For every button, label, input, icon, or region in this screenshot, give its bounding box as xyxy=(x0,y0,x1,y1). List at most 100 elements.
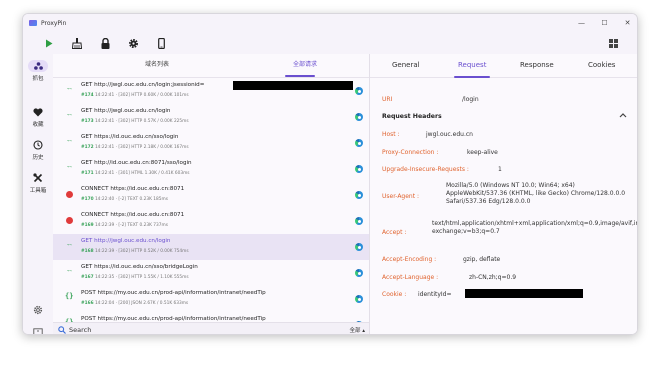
sidebar-item-history[interactable]: 历史 xyxy=(23,139,53,161)
http-icon: →→ xyxy=(67,112,72,117)
http-icon: →→ xyxy=(67,242,72,247)
tab-cookies[interactable]: Cookies xyxy=(588,61,615,69)
header-key: Proxy-Connection : xyxy=(382,149,439,156)
edge-browser-icon xyxy=(355,165,363,173)
list-tabs: 域名列表 全部请求 xyxy=(53,54,369,78)
header-value: jwgl.ouc.edu.cn xyxy=(426,131,473,138)
nav-pill xyxy=(28,139,48,151)
header-value: keep-alive xyxy=(467,149,498,156)
header-key: Cookie : xyxy=(382,291,407,298)
edge-browser-icon xyxy=(355,217,363,225)
request-row-selected[interactable]: →→ GET http://jwgl.ouc.edu.cn/login #168… xyxy=(53,234,369,260)
window-controls: — ☐ ✕ xyxy=(570,14,637,32)
edge-browser-icon xyxy=(355,113,363,121)
edge-browser-icon xyxy=(355,295,363,303)
settings-icon xyxy=(33,305,43,315)
tab-request[interactable]: Request xyxy=(458,61,486,69)
request-meta: #173 14:22:41 · [302] HTTP 0.57K / 0.00K… xyxy=(81,119,189,124)
sidebar-item-label: 收藏 xyxy=(32,122,44,128)
clean-button[interactable] xyxy=(63,32,91,54)
uri-label: URI xyxy=(382,96,393,103)
request-meta: #171 14:22:41 · [301] HTML 1.30K / 0.41K… xyxy=(81,171,190,176)
layout-icon xyxy=(608,38,618,48)
request-row[interactable]: CONNECT https://id.ouc.edu.cn:8071 #170 … xyxy=(53,182,369,208)
header-value: gzip, deflate xyxy=(463,256,501,263)
request-details: 14:22:40 · [-2] TEXT 0.23K 185ms xyxy=(94,197,168,202)
redacted-block xyxy=(233,81,353,90)
start-button[interactable] xyxy=(35,32,63,54)
nav-pill xyxy=(28,172,48,184)
request-number: #170 xyxy=(81,197,94,202)
header-value: zh-CN,zh;q=0.9 xyxy=(469,274,517,281)
edge-browser-icon xyxy=(355,139,363,147)
nav-pill xyxy=(28,60,48,72)
request-row[interactable]: →→ GET https://id.ouc.edu.cn/sso/login #… xyxy=(53,130,369,156)
maximize-button[interactable]: ☐ xyxy=(593,14,616,32)
tools-icon xyxy=(33,173,43,183)
uri-value: /login xyxy=(462,96,479,103)
heart-icon xyxy=(33,107,43,116)
request-row[interactable]: →→ GET http://id.ouc.edu.cn:8071/sso/log… xyxy=(53,156,369,182)
tab-domain-list[interactable]: 域名列表 xyxy=(145,59,169,68)
request-details: 14:22:41 · [302] HTTP 2.18K / 0.00K 167m… xyxy=(94,145,189,150)
sidebar-settings-button[interactable] xyxy=(23,305,53,315)
header-key: Upgrade-Insecure-Requests : xyxy=(382,166,469,173)
sidebar-item-capture[interactable]: 抓包 xyxy=(23,60,53,82)
request-row[interactable]: →→ GET http://jwgl.ouc.edu.cn/login;jses… xyxy=(53,78,369,104)
request-details: 14:22:41 · [302] HTTP 0.57K / 0.00K 225m… xyxy=(94,119,189,124)
layout-button[interactable] xyxy=(605,35,621,51)
edge-browser-icon xyxy=(355,243,363,251)
sidebar-item-label: 工具箱 xyxy=(29,188,47,194)
request-details: 14:22:39 · [-2] TEXT 0.23K 737ms xyxy=(94,223,168,228)
feedback-icon xyxy=(33,328,43,334)
edge-browser-icon xyxy=(355,191,363,199)
play-icon xyxy=(46,39,53,47)
search-input[interactable]: Search xyxy=(69,326,91,334)
sidebar-item-favorites[interactable]: 收藏 xyxy=(23,106,53,128)
request-row[interactable]: CONNECT https://id.ouc.edu.cn:8071 #169 … xyxy=(53,208,369,234)
ssl-lock-button[interactable] xyxy=(91,32,119,54)
header-key: Host : xyxy=(382,131,400,138)
broom-icon xyxy=(72,37,82,49)
tab-general[interactable]: General xyxy=(392,61,420,69)
toolbar xyxy=(23,32,637,54)
request-row[interactable]: {} POST https://my.ouc.edu.cn/prod-api/i… xyxy=(53,286,369,312)
request-number: #171 xyxy=(81,171,94,176)
request-meta: #167 14:22:35 · [302] HTTP 1.55K / 1.10K… xyxy=(81,275,189,280)
lock-icon xyxy=(101,37,109,49)
request-url: GET http://jwgl.ouc.edu.cn/login xyxy=(81,238,171,244)
request-number: #173 xyxy=(81,119,94,124)
header-key: User-Agent : xyxy=(382,193,420,200)
request-row[interactable]: →→ GET https://id.ouc.edu.cn/sso/bridgeL… xyxy=(53,260,369,286)
mobile-button[interactable] xyxy=(147,32,175,54)
minimize-button[interactable]: — xyxy=(570,14,593,32)
request-detail-pane: General Request Response Cookies URI /lo… xyxy=(370,54,637,334)
close-button[interactable]: ✕ xyxy=(616,14,637,32)
chevron-up-icon[interactable] xyxy=(619,112,627,118)
tab-indicator xyxy=(454,76,490,78)
settings-button[interactable] xyxy=(119,32,147,54)
request-details: 14:22:41 · [302] HTTP 0.60K / 0.00K 101m… xyxy=(94,93,189,98)
capture-icon xyxy=(33,62,43,70)
header-key: Accept-Language : xyxy=(382,274,439,281)
tab-all-requests[interactable]: 全部请求 xyxy=(293,59,317,68)
sidebar-item-toolbox[interactable]: 工具箱 xyxy=(23,172,53,194)
request-url: CONNECT https://id.ouc.edu.cn:8071 xyxy=(81,186,185,192)
request-row[interactable]: {} POST https://my.ouc.edu.cn/prod-api/i… xyxy=(53,312,369,322)
filter-dropdown[interactable]: 全部 ▴ xyxy=(349,326,365,334)
history-icon xyxy=(33,140,43,150)
title-bar: ProxyPin — ☐ ✕ xyxy=(23,14,637,32)
sidebar: 抓包 收藏 历史 工具箱 xyxy=(23,54,53,334)
tab-response[interactable]: Response xyxy=(520,61,554,69)
request-number: #168 xyxy=(81,249,94,254)
search-bar[interactable]: Search 全部 ▴ xyxy=(53,322,369,334)
phone-icon xyxy=(157,37,165,49)
request-details: 14:22:39 · [302] HTTP 0.52K / 0.00K 754m… xyxy=(94,249,189,254)
sidebar-feedback-button[interactable] xyxy=(23,328,53,334)
request-row[interactable]: →→ GET http://jwgl.ouc.edu.cn/login #173… xyxy=(53,104,369,130)
sidebar-item-label: 历史 xyxy=(32,155,44,161)
request-meta: #174 14:22:41 · [302] HTTP 0.60K / 0.00K… xyxy=(81,93,189,98)
request-url: POST https://my.ouc.edu.cn/prod-api/info… xyxy=(81,290,266,296)
request-number: #167 xyxy=(81,275,94,280)
request-url: GET http://id.ouc.edu.cn:8071/sso/login xyxy=(81,160,192,166)
